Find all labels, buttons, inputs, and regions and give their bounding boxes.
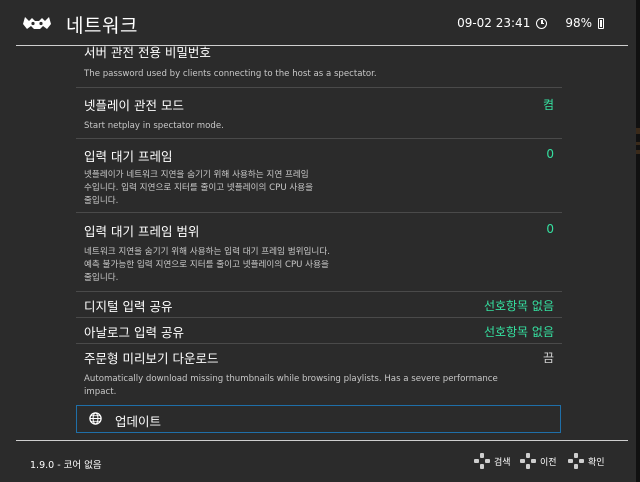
list-item-update[interactable]: 업데이트: [76, 405, 561, 433]
hint-label: 확인: [588, 457, 605, 468]
list-item-input-latency-range[interactable]: 입력 대기 프레임 범위 0 네트워크 지연을 숨기기 위해 사용하는 입력 대…: [76, 213, 562, 292]
item-label: 입력 대기 프레임 범위: [84, 224, 200, 239]
core-info: 1.9.0 - 코어 없음: [30, 460, 102, 471]
item-label: 아날로그 입력 공유: [84, 325, 184, 340]
item-label: 서버 관전 전용 비밀번호: [84, 46, 211, 60]
page-title: 네트워크: [66, 15, 138, 37]
app-window: 네트워크 09-02 23:41 98% 서버 관전 전용 비밀번호 The p…: [0, 0, 636, 482]
item-value: 선호항목 없음: [483, 299, 554, 313]
globe-icon: [89, 412, 102, 425]
item-value: 끔: [542, 351, 554, 365]
datetime-text: 09-02 23:41: [457, 16, 531, 30]
hint-confirm[interactable]: 확인: [568, 453, 605, 469]
battery-percent: 98%: [565, 16, 592, 30]
item-label: 디지털 입력 공유: [84, 299, 173, 314]
item-label: 입력 대기 프레임: [84, 149, 173, 164]
battery-icon: [598, 17, 604, 29]
list-item-analog-input-share[interactable]: 아날로그 입력 공유 선호항목 없음: [76, 318, 562, 344]
settings-list: 서버 관전 전용 비밀번호 The password used by clien…: [76, 46, 562, 439]
list-item-digital-input-share[interactable]: 디지털 입력 공유 선호항목 없음: [76, 292, 562, 318]
retroarch-logo-icon: [23, 17, 51, 29]
list-item-input-latency-frames[interactable]: 입력 대기 프레임 0 넷플레이가 네트워크 지연을 숨기기 위해 사용하는 지…: [76, 139, 562, 213]
hint-label: 이전: [540, 457, 557, 468]
hint-search[interactable]: 검색: [474, 453, 511, 469]
list-item-spectator-password[interactable]: 서버 관전 전용 비밀번호 The password used by clien…: [76, 46, 562, 88]
item-label: 넷플레이 관전 모드: [84, 98, 184, 113]
dpad-icon: [568, 453, 584, 469]
item-description: 넷플레이가 네트워크 지연을 숨기기 위해 사용하는 지연 프레임 수입니다. 입…: [84, 170, 314, 206]
hint-label: 검색: [494, 457, 511, 468]
list-item-spectator-mode[interactable]: 넷플레이 관전 모드 켬 Start netplay in spectator …: [76, 88, 562, 139]
item-description: Start netplay in spectator mode.: [84, 121, 224, 131]
right-edge-strip: [636, 0, 640, 482]
dpad-icon: [474, 453, 490, 469]
item-label: 주문형 미리보기 다운로드: [84, 351, 219, 366]
item-label: 업데이트: [115, 414, 162, 429]
list-item-thumbnail-download[interactable]: 주문형 미리보기 다운로드 끔 Automatically download m…: [76, 344, 562, 404]
hint-back[interactable]: 이전: [520, 453, 557, 469]
item-description: The password used by clients connecting …: [84, 69, 377, 79]
item-description: Automatically download missing thumbnail…: [84, 374, 498, 397]
item-value: 켬: [542, 98, 554, 112]
clock-icon: [536, 17, 548, 29]
status-area: 09-02 23:41 98%: [457, 16, 604, 30]
item-value: 0: [546, 147, 554, 161]
item-value: 0: [546, 222, 554, 236]
header-bar: 네트워크 09-02 23:41 98%: [0, 0, 636, 46]
footer-bar: 1.9.0 - 코어 없음 검색 이전 확인: [0, 441, 636, 482]
item-description: 네트워크 지연을 숨기기 위해 사용하는 입력 대기 프레임 범위입니다. 예측 …: [84, 247, 330, 283]
item-value: 선호항목 없음: [483, 325, 554, 339]
dpad-icon: [520, 453, 536, 469]
